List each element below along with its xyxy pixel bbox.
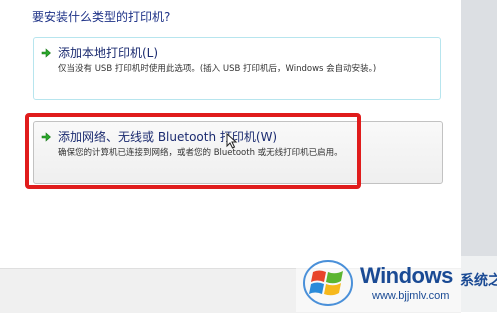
watermark-brand: Windows xyxy=(360,263,453,288)
red-highlight-box xyxy=(25,113,361,189)
windows-logo-icon xyxy=(303,260,353,306)
mouse-cursor-icon xyxy=(226,133,238,149)
watermark-url: www.bjjmlv.com xyxy=(372,290,450,302)
option-title: 添加本地打印机(L) xyxy=(58,46,159,60)
green-arrow-icon xyxy=(41,48,51,58)
page-question: 要安装什么类型的打印机? xyxy=(32,10,171,24)
watermark-suffix: 系统之家 xyxy=(460,273,497,289)
add-local-printer-option[interactable]: 添加本地打印机(L) 仅当没有 USB 打印机时使用此选项。(插入 USB 打印… xyxy=(33,37,441,100)
option-description: 仅当没有 USB 打印机时使用此选项。(插入 USB 打印机后，Windows … xyxy=(58,64,377,74)
